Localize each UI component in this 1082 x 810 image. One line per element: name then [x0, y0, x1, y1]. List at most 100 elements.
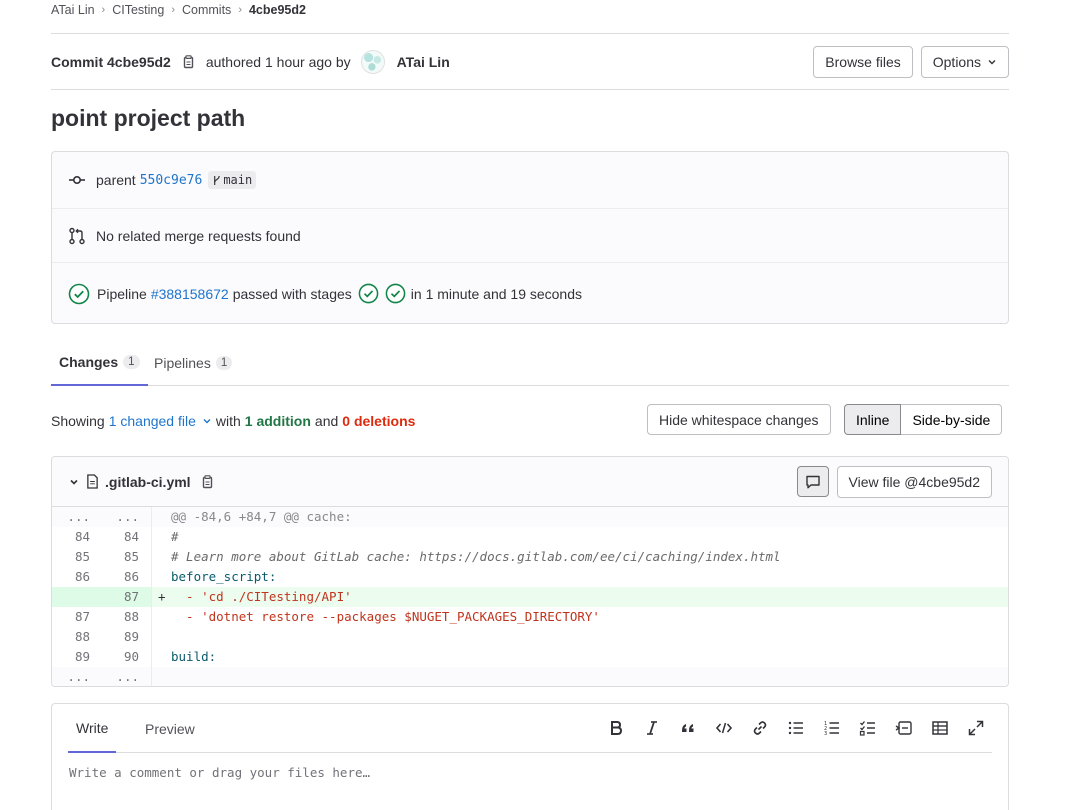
collapsible-section-icon[interactable]	[894, 718, 914, 738]
view-file-button[interactable]: View file @4cbe95d2	[836, 465, 992, 498]
stage-passed-icon[interactable]	[358, 283, 379, 304]
addition-marker: +	[158, 589, 166, 604]
new-line-number[interactable]: 87	[102, 587, 152, 607]
new-line-number[interactable]: 89	[102, 627, 152, 647]
bold-icon[interactable]	[606, 718, 626, 738]
old-line-number[interactable]: 88	[52, 627, 102, 647]
breadcrumb-user[interactable]: ATai Lin	[51, 3, 95, 17]
old-line-number[interactable]	[52, 587, 102, 607]
tab-write[interactable]: Write	[68, 704, 117, 753]
branch-name: main	[223, 173, 253, 187]
new-line-number[interactable]: 88	[102, 607, 152, 627]
divider	[51, 89, 1009, 90]
new-line-number[interactable]: 85	[102, 547, 152, 567]
code-line: - 'dotnet restore --packages $NUGET_PACK…	[171, 609, 600, 624]
branch-icon	[214, 175, 221, 185]
breadcrumb-commits[interactable]: Commits	[182, 3, 231, 17]
code-icon[interactable]	[714, 718, 734, 738]
comment-icon	[805, 475, 820, 488]
old-line-number[interactable]: 84	[52, 527, 102, 547]
tab-pipelines-count: 1	[215, 356, 233, 370]
side-by-side-view-button[interactable]: Side-by-side	[901, 404, 1003, 435]
old-line-number[interactable]: 86	[52, 567, 102, 587]
file-icon	[87, 474, 98, 489]
chevron-right-icon: ›	[101, 4, 106, 16]
code-line: build:	[171, 649, 217, 664]
and-text: and	[314, 413, 339, 429]
page-title: point project path	[51, 105, 246, 131]
merge-request-icon	[69, 227, 85, 244]
commit-icon	[69, 176, 85, 185]
new-line-number[interactable]: ...	[102, 507, 152, 527]
new-line-number[interactable]: 84	[102, 527, 152, 547]
bullet-list-icon[interactable]	[786, 718, 806, 738]
author-name[interactable]: ATai Lin	[397, 54, 450, 70]
svg-text:3: 3	[824, 731, 827, 737]
pipeline-duration: in 1 minute and 19 seconds	[410, 285, 583, 302]
old-line-number[interactable]: 87	[52, 607, 102, 627]
changed-files-dropdown[interactable]: 1 changed file	[109, 413, 212, 429]
options-button[interactable]: Options	[920, 46, 1009, 78]
code-line: before_script:	[171, 569, 277, 584]
deletions-count: 0 deletions	[342, 413, 416, 429]
diff-file-header: .gitlab-ci.yml View file @4cbe95d2	[52, 457, 1008, 507]
tab-changes-count: 1	[123, 355, 140, 369]
tab-preview[interactable]: Preview	[137, 704, 203, 753]
branch-badge[interactable]: main	[208, 171, 257, 189]
expand-lines[interactable]: ...	[102, 667, 152, 686]
browse-files-button[interactable]: Browse files	[813, 46, 913, 78]
tab-changes-label: Changes	[59, 354, 119, 370]
pipeline-row: Pipeline #388158672 passed with stages i…	[52, 263, 1008, 324]
copy-icon[interactable]	[199, 474, 215, 490]
expand-lines[interactable]: ...	[52, 667, 102, 686]
old-line-number[interactable]: 89	[52, 647, 102, 667]
new-line-number[interactable]: 86	[102, 567, 152, 587]
diff-file: .gitlab-ci.yml View file @4cbe95d2 ... .…	[51, 456, 1009, 687]
chevron-right-icon: ›	[171, 4, 175, 16]
empty-cell	[152, 667, 1008, 686]
diff-line-added: 87 + - 'cd ./CITesting/API'	[52, 587, 1008, 607]
stage-passed-icon[interactable]	[385, 283, 406, 304]
italic-icon[interactable]	[642, 718, 662, 738]
copy-icon[interactable]	[180, 54, 196, 70]
parent-sha-link[interactable]: 550c9e76	[140, 173, 203, 188]
options-label: Options	[932, 54, 981, 70]
markdown-toolbar: 123	[606, 718, 986, 738]
pipeline-status-passed-icon[interactable]	[68, 283, 90, 305]
task-list-icon[interactable]	[858, 718, 878, 738]
changed-files-label: 1 changed file	[108, 413, 196, 429]
breadcrumb-current[interactable]: 4cbe95d2	[249, 3, 306, 17]
chevron-down-icon[interactable]	[69, 477, 79, 487]
pipeline-id-link[interactable]: #388158672	[151, 286, 229, 302]
comment-form: Write Preview 123 Write a comment or dra…	[51, 703, 1009, 810]
with-text: with	[215, 413, 241, 429]
inline-view-button[interactable]: Inline	[844, 404, 902, 435]
table-icon[interactable]	[930, 718, 950, 738]
comment-textarea[interactable]: Write a comment or drag your files here…	[69, 765, 370, 780]
link-icon[interactable]	[750, 718, 770, 738]
merge-requests-text: No related merge requests found	[96, 227, 301, 244]
new-line-number[interactable]: 90	[102, 647, 152, 667]
tab-pipelines[interactable]: Pipelines 1	[146, 340, 240, 386]
pipeline-label: Pipeline	[97, 285, 147, 302]
diff-filename[interactable]: .gitlab-ci.yml	[105, 474, 191, 490]
hide-whitespace-button[interactable]: Hide whitespace changes	[647, 404, 831, 435]
commit-tabs: Changes 1 Pipelines 1	[51, 340, 1009, 386]
quote-icon[interactable]	[678, 718, 698, 738]
tab-changes[interactable]: Changes 1	[51, 340, 148, 386]
code-line: - 'cd ./CITesting/API'	[171, 589, 352, 604]
divider	[51, 33, 1009, 34]
numbered-list-icon[interactable]: 123	[822, 718, 842, 738]
code-line: # Learn more about GitLab cache: https:/…	[171, 549, 781, 564]
breadcrumb-project[interactable]: CITesting	[112, 3, 164, 17]
diff-line: 85 85 # Learn more about GitLab cache: h…	[52, 547, 1008, 567]
toggle-comments-button[interactable]	[796, 466, 829, 497]
fullscreen-icon[interactable]	[966, 718, 986, 738]
avatar[interactable]	[360, 50, 385, 74]
diff-expand-row: ... ...	[52, 667, 1008, 686]
old-line-number[interactable]: ...	[52, 507, 102, 527]
commit-info-box: parent 550c9e76 main No related merge re…	[51, 151, 1009, 324]
parent-row: parent 550c9e76 main	[52, 152, 1008, 209]
breadcrumb: ATai Lin › CITesting › Commits › 4cbe95d…	[51, 3, 306, 17]
old-line-number[interactable]: 85	[52, 547, 102, 567]
